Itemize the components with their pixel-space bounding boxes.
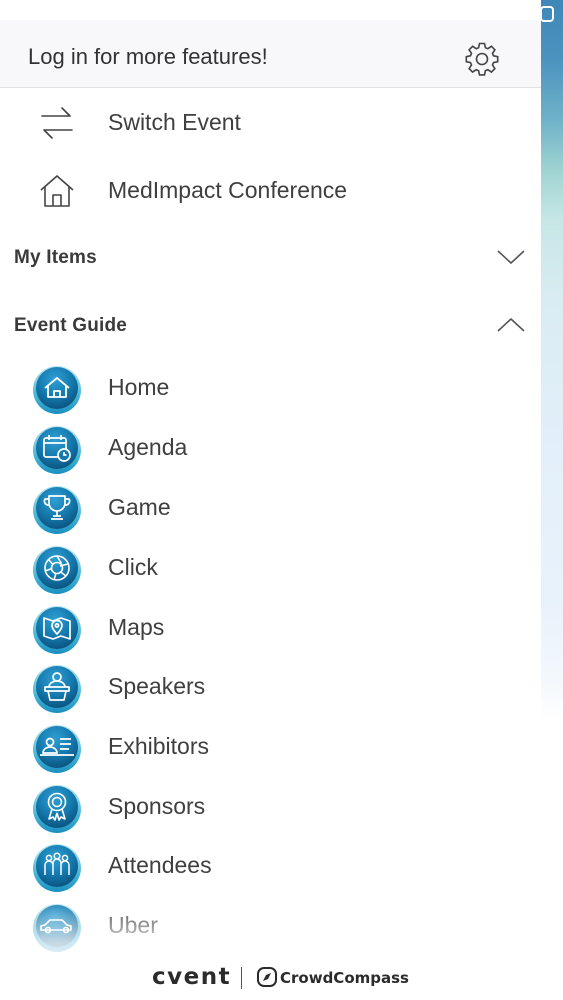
id-card-icon — [33, 725, 81, 773]
login-prompt[interactable]: Log in for more features! — [28, 44, 268, 70]
house-icon — [33, 366, 81, 414]
guide-item-label: Maps — [108, 614, 165, 640]
guide-item-attendees[interactable]: Attendees — [0, 838, 541, 896]
switch-arrows-icon — [41, 107, 73, 139]
calendar-clock-icon — [33, 426, 81, 474]
guide-item-label: Game — [108, 494, 171, 520]
guide-item-label: Sponsors — [108, 793, 206, 819]
side-menu-panel: Log in for more features! Switch Event M… — [0, 0, 541, 1000]
chevron-up-icon[interactable] — [496, 316, 526, 334]
guide-item-exhibitors[interactable]: Exhibitors — [0, 719, 541, 777]
my-items-label: My Items — [14, 247, 97, 268]
current-event-item[interactable]: MedImpact Conference — [0, 158, 541, 222]
background-app-edge — [541, 0, 563, 1000]
award-ribbon-icon — [33, 785, 81, 833]
battery-icon — [540, 6, 554, 22]
car-icon — [33, 904, 81, 952]
login-banner[interactable]: Log in for more features! — [0, 20, 541, 88]
current-event-label: MedImpact Conference — [108, 177, 348, 203]
map-pin-icon — [33, 606, 81, 654]
footer-divider — [241, 967, 242, 989]
event-guide-section-header[interactable]: Event Guide — [0, 302, 541, 348]
guide-item-home[interactable]: Home — [0, 360, 541, 418]
guide-item-uber[interactable]: Uber — [0, 898, 541, 956]
trophy-icon — [33, 486, 81, 534]
guide-item-sponsors[interactable]: Sponsors — [0, 779, 541, 837]
home-outline-icon — [40, 175, 74, 207]
crowdcompass-compass-icon — [257, 967, 277, 987]
my-items-section-header[interactable]: My Items — [0, 234, 541, 280]
guide-item-label: Speakers — [108, 673, 206, 699]
switch-event-label: Switch Event — [108, 109, 241, 135]
guide-item-label: Agenda — [108, 434, 188, 460]
guide-item-label: Uber — [108, 912, 158, 938]
switch-event-item[interactable]: Switch Event — [0, 90, 541, 154]
guide-item-label: Home — [108, 374, 170, 400]
gear-icon[interactable] — [463, 40, 501, 78]
podium-speaker-icon — [33, 665, 81, 713]
guide-item-game[interactable]: Game — [0, 480, 541, 538]
guide-item-label: Exhibitors — [108, 733, 209, 759]
camera-shutter-icon — [33, 546, 81, 594]
event-guide-label: Event Guide — [14, 315, 128, 336]
guide-item-label: Attendees — [108, 852, 212, 878]
footer-branding: cvent CrowdCompass — [0, 962, 541, 994]
people-group-icon — [33, 844, 81, 892]
guide-item-label: Click — [108, 554, 158, 580]
guide-item-agenda[interactable]: Agenda — [0, 420, 541, 478]
cvent-logo: cvent — [152, 964, 232, 990]
guide-item-maps[interactable]: Maps — [0, 600, 541, 658]
chevron-down-icon[interactable] — [496, 248, 526, 266]
guide-item-click[interactable]: Click — [0, 540, 541, 598]
guide-item-speakers[interactable]: Speakers — [0, 659, 541, 717]
crowdcompass-logo: CrowdCompass — [280, 969, 409, 987]
